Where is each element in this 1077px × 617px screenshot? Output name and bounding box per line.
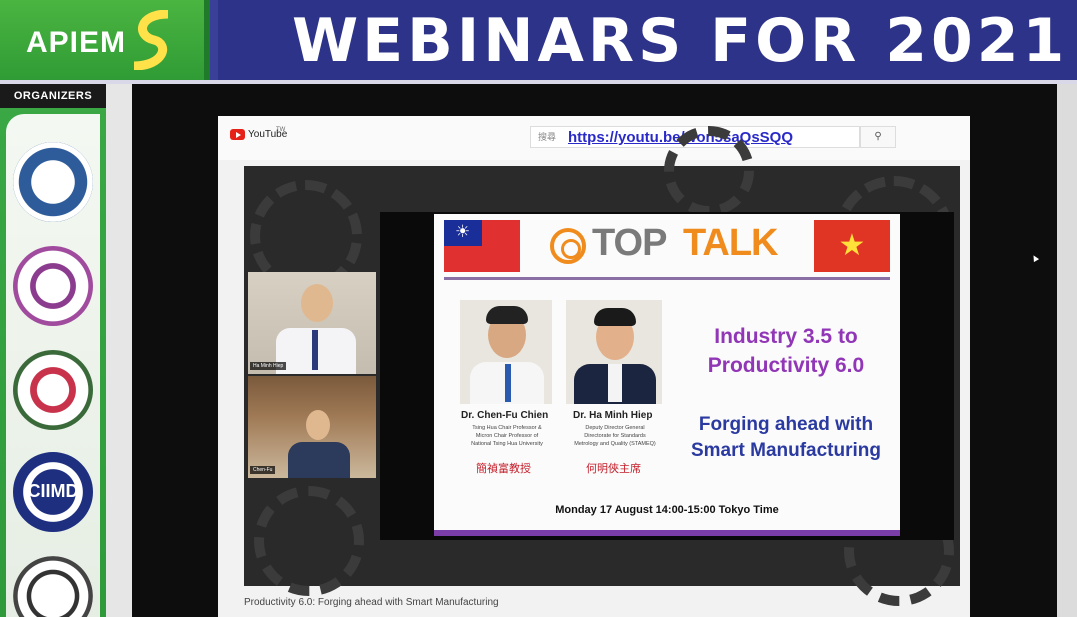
tie (312, 330, 318, 370)
tie (505, 364, 511, 402)
speaker-desc-line: National Tsing Hua University (471, 441, 543, 447)
university-seal-icon (13, 350, 93, 430)
slide-footer-band (434, 530, 900, 536)
speaker-desc-line: Deputy Director General (585, 425, 645, 431)
camera-label: Ha Minh Hiep (250, 362, 287, 370)
ciimd-seal-text: CIIMD (27, 481, 79, 501)
slide-divider (444, 277, 890, 280)
avatar (288, 442, 350, 478)
university-seal-icon (13, 142, 93, 222)
speaker-name: Dr. Chen-Fu Chien (461, 410, 549, 421)
speaker-photo (460, 300, 552, 404)
speaker-photo (566, 300, 662, 404)
vietnam-flag-icon: ★ (814, 220, 890, 272)
camera-feed: Ha Minh Hiep (248, 272, 376, 374)
speaker-desc-line: Directorate for Standards (584, 433, 646, 439)
taiwan-flag-icon (444, 220, 520, 272)
search-button[interactable]: ⚲ (860, 126, 896, 148)
left-margin (106, 84, 132, 617)
speaker-name: Dr. Ha Minh Hiep (573, 410, 653, 421)
apiem-swoosh-icon (133, 10, 169, 70)
apiem-logo-text: APIEM (26, 26, 127, 59)
search-icon: ⚲ (874, 131, 882, 142)
gear-icon (664, 126, 754, 216)
avatar (306, 410, 330, 440)
speaker-desc-line: Tsing Hua Chair Professor & (472, 425, 542, 431)
apo-emblem-icon (550, 228, 586, 264)
speaker-chinese-name: 何明俠主席 (586, 462, 641, 475)
talk-subtitle-line: Forging ahead with (698, 414, 874, 435)
shirt (608, 364, 622, 402)
speaker-chinese-name: 簡禎富教授 (476, 462, 531, 475)
speaker-desc-line: Micron Chair Professor of (475, 433, 539, 439)
camera-feed: Chen-Fu (248, 376, 376, 478)
toptalk-top: TOP (592, 222, 667, 264)
talk-subtitle: Forging ahead with Smart Manufacturing (676, 412, 896, 464)
camera-label: Chen-Fu (250, 466, 276, 474)
talk-subtitle-line: Smart Manufacturing (690, 440, 882, 461)
webinar-banner: APIEM WEBINARS FOR 2021 (0, 0, 1077, 84)
youtube-logo-icon[interactable] (230, 129, 245, 140)
right-margin (1057, 84, 1077, 617)
talk-title: Industry 3.5 to Productivity 6.0 (676, 322, 896, 380)
gear-icon (254, 486, 364, 596)
avatar (301, 284, 333, 322)
university-seal-icon (13, 246, 93, 326)
youtube-header: YouTube TW 搜尋 ⚲ https://youtu.be/won5saQ… (218, 116, 970, 160)
talk-title-line: Productivity 6.0 (707, 354, 865, 377)
talk-title-line: Industry 3.5 to (714, 325, 858, 348)
youtube-region: TW (276, 127, 286, 133)
speaker-description: Tsing Hua Chair Professor & Micron Chair… (458, 424, 556, 448)
talk-date: Monday 17 August 14:00-15:00 Tokyo Time (555, 504, 779, 516)
banner-title: WEBINARS FOR 2021 (292, 6, 1069, 76)
search-placeholder: 搜尋 (538, 132, 557, 142)
toptalk-talk: TALK (683, 222, 778, 264)
video-caption: Productivity 6.0: Forging ahead with Sma… (244, 597, 499, 608)
hair (486, 306, 528, 324)
speaker-description: Deputy Director General Directorate for … (566, 424, 664, 448)
hair (594, 308, 636, 326)
apiem-logo: APIEM (0, 0, 218, 84)
organizers-label: ORGANIZERS (0, 84, 106, 108)
speaker-desc-line: Metrology and Quality (STAMEQ) (574, 441, 656, 447)
